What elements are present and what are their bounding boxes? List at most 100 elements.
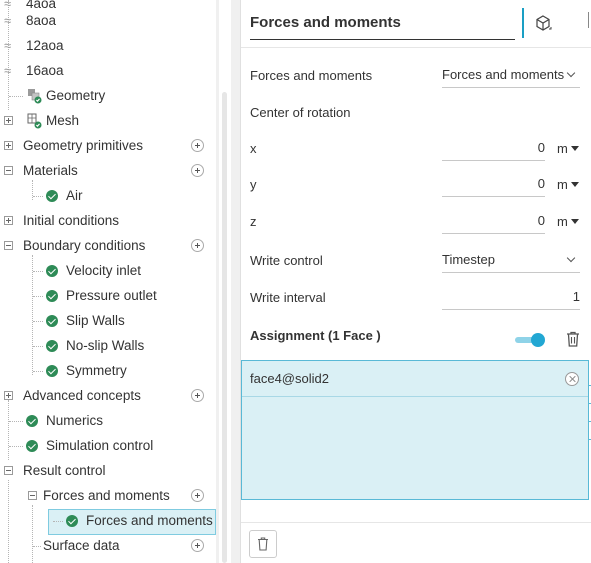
assignment-item-label: face4@solid2 [250, 371, 329, 386]
z-unit-value: m [557, 214, 568, 229]
tree-item-label: Forces and moments [43, 488, 170, 503]
add-icon[interactable] [191, 139, 204, 152]
tree-item-geometry[interactable]: Geometry [0, 83, 216, 108]
x-unit-value: m [557, 141, 568, 156]
z-input[interactable]: 0 [442, 208, 545, 234]
tree-item-boundary-conditions[interactable]: Boundary conditions [0, 233, 216, 258]
trash-icon [258, 537, 268, 551]
expand-icon[interactable] [4, 391, 13, 400]
panel-header: Forces and moments [241, 0, 591, 48]
x-input[interactable]: 0 [442, 135, 545, 161]
y-label: y [250, 177, 257, 192]
tree-item-pressure-outlet[interactable]: Pressure outlet [0, 283, 216, 308]
panel-title[interactable]: Forces and moments [250, 14, 515, 40]
tree-item-no-slip-walls[interactable]: No-slip Walls [0, 333, 216, 358]
scrollbar-thumb[interactable] [222, 92, 227, 563]
tree-item-label: Mesh [46, 113, 80, 128]
tree-scrollbar[interactable] [219, 0, 231, 563]
tree-item-slip-walls[interactable]: Slip Walls [0, 308, 216, 333]
check-icon [46, 290, 58, 302]
check-icon [26, 440, 38, 452]
collapse-icon[interactable] [4, 166, 13, 175]
tree-item-label: Result control [23, 463, 106, 478]
geometry-icon [28, 89, 42, 104]
check-icon [46, 340, 58, 352]
tree-item-label: No-slip Walls [66, 338, 145, 353]
z-label: z [250, 214, 257, 229]
type-select[interactable]: Forces and moments [442, 62, 580, 88]
tree-item-velocity-inlet[interactable]: Velocity inlet [0, 258, 216, 283]
z-unit-select[interactable]: m [557, 214, 579, 229]
toggle-knob [531, 333, 545, 347]
tree-item-label: Advanced concepts [23, 388, 141, 403]
tree-item-materials[interactable]: Materials [0, 158, 216, 183]
check-icon [46, 315, 58, 327]
write-interval-input[interactable]: 1 [442, 284, 580, 310]
y-unit-select[interactable]: m [557, 177, 579, 192]
footer-divider [241, 522, 591, 523]
assignment-toggle[interactable] [515, 333, 545, 347]
properties-panel: Forces and moments Forces and moments Fo… [240, 0, 591, 563]
run-icon: ≈ [4, 63, 11, 78]
header-divider [588, 12, 589, 28]
delete-button[interactable] [249, 530, 277, 558]
caret-down-icon [570, 182, 579, 187]
check-icon [46, 265, 58, 277]
tree-item-label: Symmetry [66, 363, 127, 378]
center-of-rotation-label: Center of rotation [250, 105, 351, 120]
add-icon[interactable] [191, 239, 204, 252]
simulation-tree: ≈ 4aoa ≈ 8aoa ≈ 12aoa ≈ 16aoa Geometry M… [0, 0, 216, 563]
write-interval-label: Write interval [250, 290, 326, 305]
tree-item-geometry-primitives[interactable]: Geometry primitives [0, 133, 216, 158]
add-icon[interactable] [191, 489, 204, 502]
assignment-list[interactable]: face4@solid2 [241, 360, 589, 500]
tree-item-label: Forces and moments [86, 513, 213, 528]
tree-item-label: Velocity inlet [66, 263, 142, 278]
caret-down-icon [570, 219, 579, 224]
tree-item-result-control[interactable]: Result control [0, 458, 216, 483]
tree-item-air[interactable]: Air [0, 183, 216, 208]
tree-item-forces-and-moments-group[interactable]: Forces and moments [0, 483, 216, 508]
collapse-icon[interactable] [4, 466, 13, 475]
add-icon[interactable] [191, 164, 204, 177]
tree-item-12aoa[interactable]: ≈ 12aoa [0, 33, 216, 58]
remove-icon[interactable] [565, 372, 579, 386]
write-control-select[interactable]: Timestep [442, 247, 580, 273]
add-icon[interactable] [191, 539, 204, 552]
expand-icon[interactable] [4, 116, 13, 125]
x-unit-select[interactable]: m [557, 141, 579, 156]
tree-item-simulation-control[interactable]: Simulation control [0, 433, 216, 458]
assignment-title: Assignment (1 Face ) [250, 328, 381, 343]
y-input[interactable]: 0 [442, 171, 545, 197]
tree-item-16aoa[interactable]: ≈ 16aoa [0, 58, 216, 83]
assignment-item[interactable]: face4@solid2 [242, 361, 588, 397]
tree-item-advanced-concepts[interactable]: Advanced concepts [0, 383, 216, 408]
expand-icon[interactable] [4, 216, 13, 225]
tree-item-8aoa[interactable]: ≈ 8aoa [0, 8, 216, 33]
tree-item-surface-data[interactable]: Surface data [0, 533, 216, 558]
tree-item-label: Surface data [43, 538, 120, 553]
expand-icon[interactable] [4, 141, 13, 150]
view-cube-button[interactable] [522, 8, 560, 38]
check-icon [46, 190, 58, 202]
collapse-icon[interactable] [28, 491, 37, 500]
add-icon[interactable] [191, 389, 204, 402]
tree-item-label: Geometry primitives [23, 138, 144, 153]
tree-item-label: Numerics [46, 413, 104, 428]
tree-item-numerics[interactable]: Numerics [0, 408, 216, 433]
write-control-value: Timestep [442, 252, 495, 267]
tree-item-label: Boundary conditions [23, 238, 146, 253]
tree-item-label: Simulation control [46, 438, 154, 453]
check-icon [66, 515, 78, 527]
tree-item-label: Pressure outlet [66, 288, 157, 303]
tree-item-forces-and-moments[interactable]: Forces and moments [0, 508, 216, 533]
trash-icon[interactable] [566, 331, 580, 347]
tree-item-mesh[interactable]: Mesh [0, 108, 216, 133]
tree-item-initial-conditions[interactable]: Initial conditions [0, 208, 216, 233]
check-icon [26, 415, 38, 427]
tree-item-symmetry[interactable]: Symmetry [0, 358, 216, 383]
type-select-value: Forces and moments [442, 67, 565, 82]
collapse-icon[interactable] [4, 241, 13, 250]
x-label: x [250, 141, 257, 156]
mesh-icon [27, 113, 42, 129]
